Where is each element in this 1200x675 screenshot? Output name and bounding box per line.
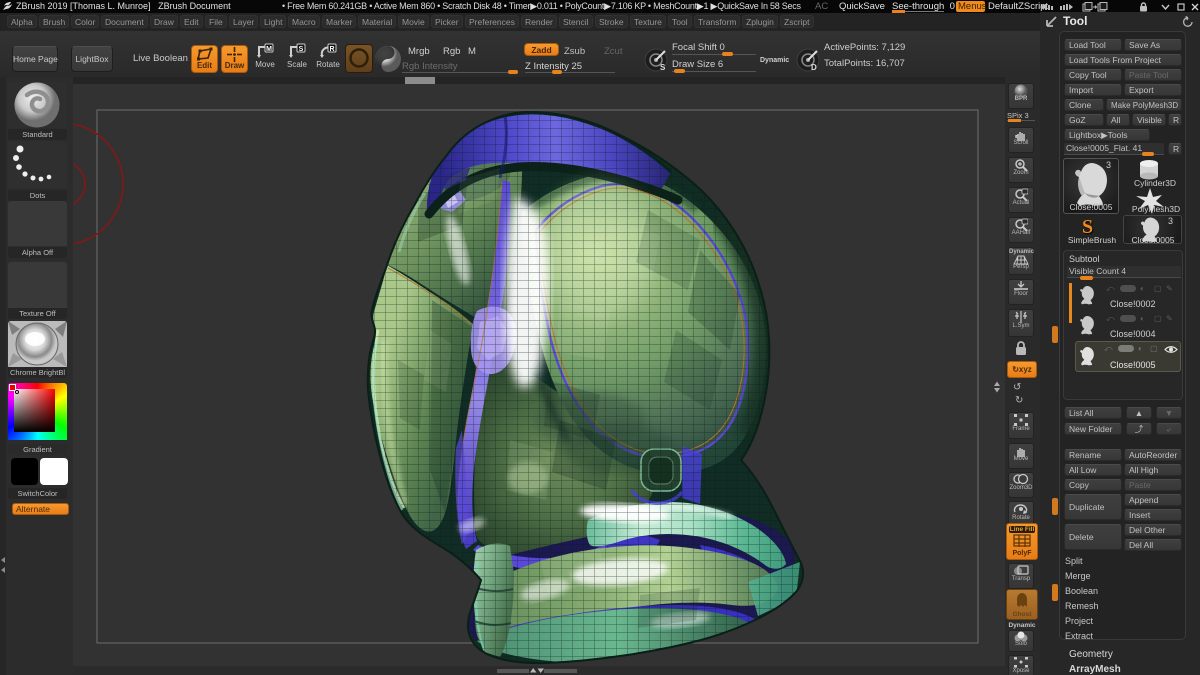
svg-text:D: D bbox=[811, 63, 817, 72]
svg-text:S: S bbox=[299, 46, 304, 53]
svg-text:S: S bbox=[660, 63, 666, 72]
svg-text:R: R bbox=[329, 46, 334, 53]
svg-text:M: M bbox=[266, 46, 272, 53]
